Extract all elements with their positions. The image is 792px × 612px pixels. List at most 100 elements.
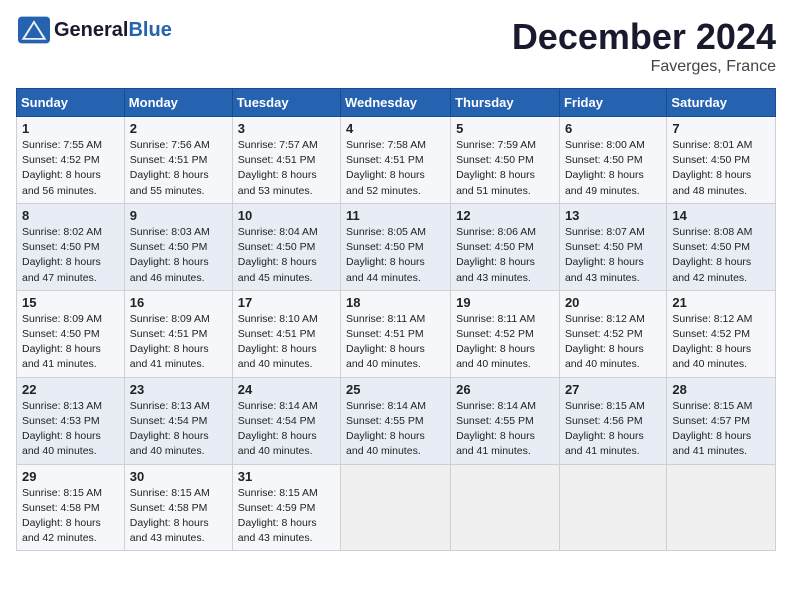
page-header: GeneralBlue December 2024 Faverges, Fran… [16,16,776,76]
day-detail: Sunrise: 8:04 AMSunset: 4:50 PMDaylight:… [238,225,335,286]
calendar-cell: 25 Sunrise: 8:14 AMSunset: 4:55 PMDaylig… [341,377,451,464]
day-detail: Sunrise: 8:09 AMSunset: 4:50 PMDaylight:… [22,312,119,373]
month-title: December 2024 [512,16,776,58]
day-number: 26 [456,382,554,397]
day-number: 5 [456,121,554,136]
day-detail: Sunrise: 8:15 AMSunset: 4:58 PMDaylight:… [130,486,227,547]
calendar-cell: 11 Sunrise: 8:05 AMSunset: 4:50 PMDaylig… [341,203,451,290]
calendar-cell: 4 Sunrise: 7:58 AMSunset: 4:51 PMDayligh… [341,117,451,204]
calendar-cell [341,464,451,551]
day-number: 8 [22,208,119,223]
day-number: 20 [565,295,661,310]
calendar-cell: 15 Sunrise: 8:09 AMSunset: 4:50 PMDaylig… [17,290,125,377]
header-monday: Monday [124,89,232,117]
calendar-week-row: 15 Sunrise: 8:09 AMSunset: 4:50 PMDaylig… [17,290,776,377]
calendar-cell: 3 Sunrise: 7:57 AMSunset: 4:51 PMDayligh… [232,117,340,204]
day-detail: Sunrise: 7:55 AMSunset: 4:52 PMDaylight:… [22,138,119,199]
day-number: 27 [565,382,661,397]
day-number: 16 [130,295,227,310]
day-number: 11 [346,208,445,223]
day-detail: Sunrise: 8:01 AMSunset: 4:50 PMDaylight:… [672,138,770,199]
day-detail: Sunrise: 8:12 AMSunset: 4:52 PMDaylight:… [672,312,770,373]
day-detail: Sunrise: 8:15 AMSunset: 4:58 PMDaylight:… [22,486,119,547]
logo: GeneralBlue [16,16,172,44]
day-number: 22 [22,382,119,397]
calendar-cell: 22 Sunrise: 8:13 AMSunset: 4:53 PMDaylig… [17,377,125,464]
day-detail: Sunrise: 8:06 AMSunset: 4:50 PMDaylight:… [456,225,554,286]
day-detail: Sunrise: 8:15 AMSunset: 4:59 PMDaylight:… [238,486,335,547]
calendar-cell: 30 Sunrise: 8:15 AMSunset: 4:58 PMDaylig… [124,464,232,551]
day-number: 30 [130,469,227,484]
calendar-cell: 2 Sunrise: 7:56 AMSunset: 4:51 PMDayligh… [124,117,232,204]
calendar-cell: 13 Sunrise: 8:07 AMSunset: 4:50 PMDaylig… [559,203,666,290]
day-detail: Sunrise: 8:13 AMSunset: 4:53 PMDaylight:… [22,399,119,460]
day-number: 31 [238,469,335,484]
day-number: 17 [238,295,335,310]
day-number: 10 [238,208,335,223]
calendar-cell: 19 Sunrise: 8:11 AMSunset: 4:52 PMDaylig… [451,290,560,377]
day-number: 19 [456,295,554,310]
day-detail: Sunrise: 7:56 AMSunset: 4:51 PMDaylight:… [130,138,227,199]
day-number: 28 [672,382,770,397]
day-number: 3 [238,121,335,136]
calendar-cell: 7 Sunrise: 8:01 AMSunset: 4:50 PMDayligh… [667,117,776,204]
day-detail: Sunrise: 8:07 AMSunset: 4:50 PMDaylight:… [565,225,661,286]
calendar-cell: 28 Sunrise: 8:15 AMSunset: 4:57 PMDaylig… [667,377,776,464]
day-number: 1 [22,121,119,136]
day-number: 7 [672,121,770,136]
day-number: 29 [22,469,119,484]
calendar-cell: 1 Sunrise: 7:55 AMSunset: 4:52 PMDayligh… [17,117,125,204]
day-detail: Sunrise: 8:13 AMSunset: 4:54 PMDaylight:… [130,399,227,460]
day-number: 14 [672,208,770,223]
calendar-cell: 9 Sunrise: 8:03 AMSunset: 4:50 PMDayligh… [124,203,232,290]
calendar-week-row: 1 Sunrise: 7:55 AMSunset: 4:52 PMDayligh… [17,117,776,204]
day-detail: Sunrise: 8:14 AMSunset: 4:55 PMDaylight:… [346,399,445,460]
calendar-cell: 17 Sunrise: 8:10 AMSunset: 4:51 PMDaylig… [232,290,340,377]
day-detail: Sunrise: 8:05 AMSunset: 4:50 PMDaylight:… [346,225,445,286]
calendar-cell: 20 Sunrise: 8:12 AMSunset: 4:52 PMDaylig… [559,290,666,377]
calendar-cell: 23 Sunrise: 8:13 AMSunset: 4:54 PMDaylig… [124,377,232,464]
day-number: 13 [565,208,661,223]
calendar-cell: 24 Sunrise: 8:14 AMSunset: 4:54 PMDaylig… [232,377,340,464]
header-thursday: Thursday [451,89,560,117]
day-number: 23 [130,382,227,397]
day-number: 6 [565,121,661,136]
location-title: Faverges, France [512,58,776,76]
day-detail: Sunrise: 8:14 AMSunset: 4:55 PMDaylight:… [456,399,554,460]
day-detail: Sunrise: 8:03 AMSunset: 4:50 PMDaylight:… [130,225,227,286]
header-saturday: Saturday [667,89,776,117]
calendar-cell: 10 Sunrise: 8:04 AMSunset: 4:50 PMDaylig… [232,203,340,290]
calendar-cell: 12 Sunrise: 8:06 AMSunset: 4:50 PMDaylig… [451,203,560,290]
calendar-table: Sunday Monday Tuesday Wednesday Thursday… [16,88,776,551]
calendar-cell: 21 Sunrise: 8:12 AMSunset: 4:52 PMDaylig… [667,290,776,377]
logo-general: General [54,19,128,41]
day-detail: Sunrise: 7:59 AMSunset: 4:50 PMDaylight:… [456,138,554,199]
day-detail: Sunrise: 8:08 AMSunset: 4:50 PMDaylight:… [672,225,770,286]
calendar-cell: 26 Sunrise: 8:14 AMSunset: 4:55 PMDaylig… [451,377,560,464]
day-detail: Sunrise: 8:14 AMSunset: 4:54 PMDaylight:… [238,399,335,460]
calendar-cell [559,464,666,551]
calendar-week-row: 8 Sunrise: 8:02 AMSunset: 4:50 PMDayligh… [17,203,776,290]
calendar-cell: 29 Sunrise: 8:15 AMSunset: 4:58 PMDaylig… [17,464,125,551]
calendar-cell [451,464,560,551]
day-number: 18 [346,295,445,310]
logo-blue: Blue [128,19,171,41]
calendar-cell: 16 Sunrise: 8:09 AMSunset: 4:51 PMDaylig… [124,290,232,377]
header-sunday: Sunday [17,89,125,117]
calendar-cell: 27 Sunrise: 8:15 AMSunset: 4:56 PMDaylig… [559,377,666,464]
day-detail: Sunrise: 8:00 AMSunset: 4:50 PMDaylight:… [565,138,661,199]
day-detail: Sunrise: 8:12 AMSunset: 4:52 PMDaylight:… [565,312,661,373]
day-number: 4 [346,121,445,136]
calendar-cell: 5 Sunrise: 7:59 AMSunset: 4:50 PMDayligh… [451,117,560,204]
day-number: 21 [672,295,770,310]
weekday-header-row: Sunday Monday Tuesday Wednesday Thursday… [17,89,776,117]
calendar-cell: 8 Sunrise: 8:02 AMSunset: 4:50 PMDayligh… [17,203,125,290]
day-detail: Sunrise: 8:10 AMSunset: 4:51 PMDaylight:… [238,312,335,373]
title-block: December 2024 Faverges, France [512,16,776,76]
day-detail: Sunrise: 8:15 AMSunset: 4:56 PMDaylight:… [565,399,661,460]
calendar-cell: 14 Sunrise: 8:08 AMSunset: 4:50 PMDaylig… [667,203,776,290]
calendar-week-row: 22 Sunrise: 8:13 AMSunset: 4:53 PMDaylig… [17,377,776,464]
day-detail: Sunrise: 7:58 AMSunset: 4:51 PMDaylight:… [346,138,445,199]
header-friday: Friday [559,89,666,117]
calendar-week-row: 29 Sunrise: 8:15 AMSunset: 4:58 PMDaylig… [17,464,776,551]
